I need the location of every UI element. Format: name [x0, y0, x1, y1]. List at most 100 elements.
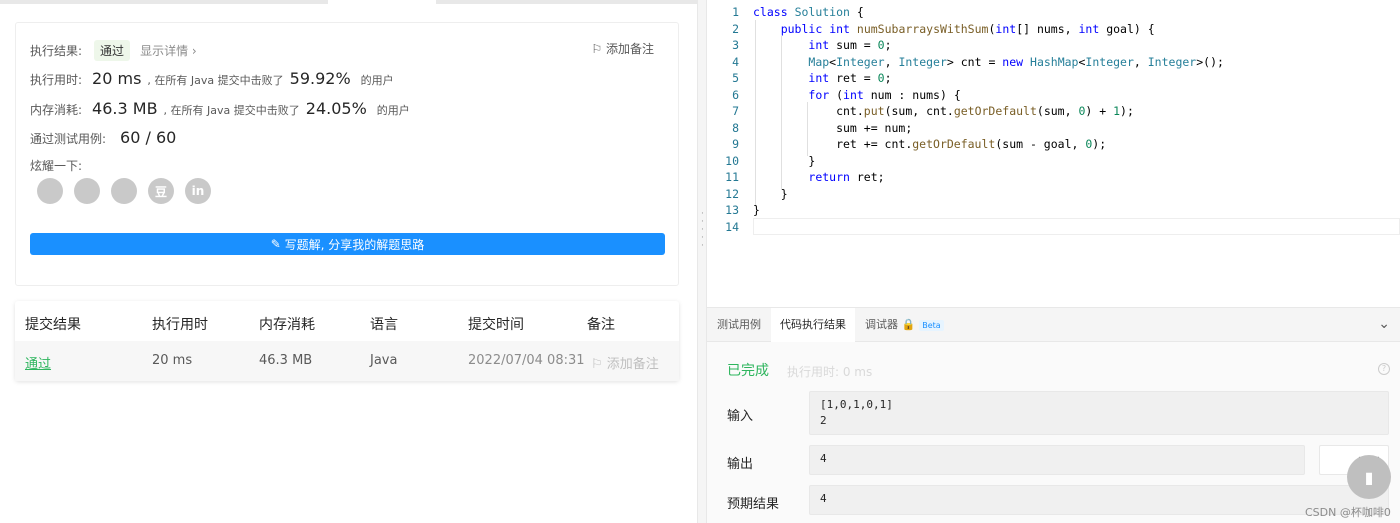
row-language: Java: [370, 353, 398, 368]
flag-icon: ⚐: [591, 42, 603, 56]
runtime-text: , 在所有 Java 提交中击败了: [147, 74, 284, 87]
add-note-button[interactable]: ⚐ 添加备注: [591, 40, 654, 57]
line-number: 12: [725, 187, 739, 201]
line-number: 8: [732, 121, 739, 135]
row-time: 2022/07/04 08:31: [468, 353, 585, 368]
row-add-note-button[interactable]: ⚐ 添加备注: [591, 353, 659, 372]
line-number: 10: [725, 154, 739, 168]
row-runtime: 20 ms: [152, 353, 193, 368]
code-line-5: int ret = 0;: [808, 71, 892, 85]
tab-debugger-label: 调试器: [865, 318, 898, 331]
submission-table: 提交结果 执行用时 内存消耗 语言 提交时间 备注 通过 20 ms 46.3 …: [15, 301, 679, 381]
help-icon[interactable]: ?: [1378, 363, 1390, 375]
wechat-icon[interactable]: [37, 178, 63, 204]
memory-row: 内存消耗: 46.3 MB , 在所有 Java 提交中击败了 24.05% 的…: [30, 99, 410, 118]
douban-icon[interactable]: 豆: [148, 178, 174, 204]
weibo-icon[interactable]: [74, 178, 100, 204]
memory-percent: 24.05%: [305, 99, 367, 118]
memory-suffix: 的用户: [376, 104, 410, 117]
write-solution-button[interactable]: ✎ 写题解, 分享我的解题思路: [30, 233, 665, 255]
line-number: 5: [732, 71, 739, 85]
code-line-2: public int numSubarraysWithSum(int[] num…: [780, 22, 1155, 36]
code-line-1: class Solution {: [753, 5, 864, 19]
tests-value: 60 / 60: [120, 128, 177, 147]
chevron-down-icon[interactable]: ⌄: [1378, 316, 1390, 332]
line-number: 6: [732, 88, 739, 102]
flag-icon: ⚐: [591, 357, 603, 372]
line-number: 9: [732, 137, 739, 151]
expected-box: 4: [809, 485, 1389, 515]
row-note-label: 添加备注: [606, 357, 659, 372]
code-line-6: for (int num : nums) {: [808, 88, 961, 102]
beta-badge: Beta: [919, 320, 944, 331]
line-number: 1: [732, 5, 739, 19]
runtime-row: 执行用时: 20 ms , 在所有 Java 提交中击败了 59.92% 的用户: [30, 69, 394, 88]
line-number: 14: [725, 220, 739, 234]
line-number: 11: [725, 170, 739, 184]
drag-handle-icon: · · · · ·: [701, 209, 704, 251]
console-tabs: 测试用例 代码执行结果 调试器 🔒 Beta ⌄: [707, 308, 1400, 342]
code-line-7: cnt.put(sum, cnt.getOrDefault(sum, 0) + …: [753, 104, 1134, 118]
code-editor[interactable]: 1 2 3 4 5 6 7 8 9 10 11 12 13 14 class S…: [707, 0, 1400, 307]
line-number: 2: [732, 22, 739, 36]
write-solution-label: 写题解, 分享我的解题思路: [284, 237, 425, 252]
input-line-2: 2: [820, 414, 827, 427]
tab-testcase[interactable]: 测试用例: [717, 308, 761, 342]
output-label: 输出: [727, 457, 754, 472]
active-tab-indicator: [328, 0, 436, 4]
header-note: 备注: [587, 317, 615, 333]
line-number: 3: [732, 38, 739, 52]
runtime-label: 执行用时:: [30, 73, 83, 87]
code-line-12: }: [753, 187, 788, 201]
linkedin-icon[interactable]: in: [185, 178, 211, 204]
code-line-9: ret += cnt.getOrDefault(sum - goal, 0);: [753, 137, 1107, 151]
add-note-label: 添加备注: [605, 42, 654, 56]
row-result-link[interactable]: 通过: [25, 353, 51, 372]
memory-label: 内存消耗:: [30, 103, 83, 117]
show-details-link[interactable]: 显示详情 ›: [140, 42, 197, 59]
output-box: 4: [809, 445, 1305, 475]
watermark: CSDN @杯咖啡0: [1305, 506, 1391, 519]
code-line-11: return ret;: [808, 170, 885, 184]
code-line-4: Map<Integer, Integer> cnt = new HashMap<…: [808, 55, 1224, 69]
line-number: 7: [732, 104, 739, 118]
tests-row: 通过测试用例: 60 / 60: [30, 128, 176, 147]
qq-icon[interactable]: [111, 178, 137, 204]
input-label: 输入: [727, 409, 754, 424]
code-line-10: }: [753, 154, 816, 168]
current-line-highlight: [753, 218, 1400, 235]
memory-text: , 在所有 Java 提交中击败了: [163, 104, 300, 117]
floating-notes-button[interactable]: ▮: [1347, 455, 1391, 499]
share-label: 炫耀一下:: [30, 159, 83, 173]
result-card: 执行结果: 通过 显示详情 › ⚐ 添加备注 执行用时: 20 ms , 在所有…: [15, 22, 679, 286]
tests-label: 通过测试用例:: [30, 132, 107, 146]
lock-icon: 🔒: [901, 318, 916, 331]
header-runtime: 执行用时: [152, 317, 208, 333]
row-memory: 46.3 MB: [259, 353, 313, 368]
share-icons: 豆 in: [37, 178, 211, 204]
line-number: 13: [725, 203, 739, 217]
panel-resizer[interactable]: · · · · ·: [697, 0, 707, 523]
status-text: 已完成: [727, 363, 769, 379]
header-memory: 内存消耗: [259, 317, 315, 333]
header-result: 提交结果: [25, 317, 81, 333]
note-icon: ▮: [1364, 467, 1374, 487]
memory-value: 46.3 MB: [92, 99, 158, 118]
share-row: 炫耀一下:: [30, 157, 82, 174]
console-panel: 测试用例 代码执行结果 调试器 🔒 Beta ⌄ 已完成 执行用时: 0 ms ?…: [707, 307, 1400, 523]
tab-debugger[interactable]: 调试器 🔒 Beta: [865, 308, 944, 342]
left-panel: 执行结果: 通过 显示详情 › ⚐ 添加备注 执行用时: 20 ms , 在所有…: [0, 0, 697, 523]
line-number: 4: [732, 55, 739, 69]
code-line-13: }: [753, 203, 760, 217]
pencil-icon: ✎: [270, 237, 281, 251]
tab-run-result[interactable]: 代码执行结果: [771, 308, 855, 342]
header-language: 语言: [370, 317, 398, 333]
runtime-value: 20 ms: [92, 69, 142, 88]
exec-time: 执行用时: 0 ms: [787, 365, 873, 379]
runtime-suffix: 的用户: [360, 74, 394, 87]
expected-label: 预期结果: [727, 497, 780, 512]
result-row: 执行结果: 通过 显示详情 ›: [30, 40, 197, 61]
code-line-3: int sum = 0;: [808, 38, 892, 52]
code-line-8: sum += num;: [753, 121, 913, 135]
input-line-1: [1,0,1,0,1]: [820, 398, 893, 411]
